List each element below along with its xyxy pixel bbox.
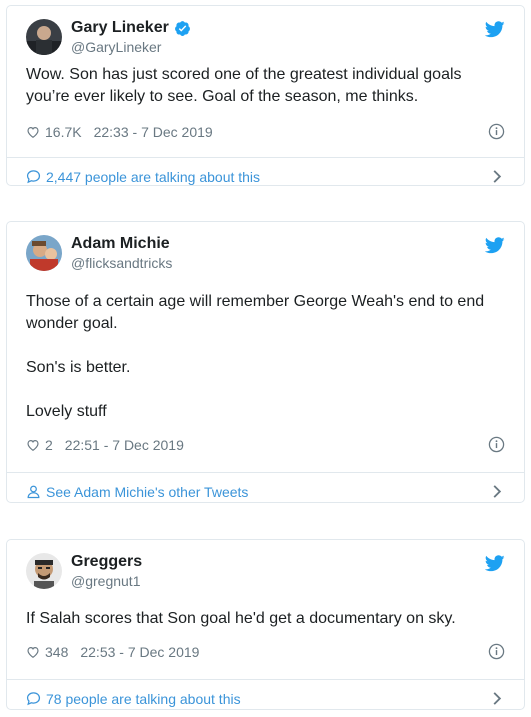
heart-icon[interactable] <box>26 438 40 452</box>
like-count[interactable]: 2 <box>45 437 53 453</box>
tweet-card: Adam Michie @flicksandtricks Those of a … <box>6 221 525 503</box>
like-count[interactable]: 348 <box>45 644 68 660</box>
info-icon[interactable] <box>488 643 505 660</box>
author-line: Gary Lineker <box>71 19 191 37</box>
tweet-paragraph: Son's is better. <box>26 359 131 376</box>
chevron-right-icon[interactable] <box>492 169 502 184</box>
verified-badge-icon <box>174 20 190 36</box>
person-icon <box>27 485 40 499</box>
tweet-text: Wow. Son has just scored one of the grea… <box>7 62 524 112</box>
author-name[interactable]: Greggers <box>71 553 142 571</box>
avatar[interactable] <box>26 235 62 271</box>
tweet-text: Those of a certain age will remember Geo… <box>7 278 524 427</box>
info-icon[interactable] <box>488 436 505 453</box>
tweet-paragraph: Those of a certain age will remember Geo… <box>26 293 485 332</box>
tweet-meta: 348 22:53 - 7 Dec 2019 <box>7 634 524 670</box>
tweet-paragraph: If Salah scores that Son goal he'd get a… <box>26 610 456 627</box>
tweet-text: If Salah scores that Son goal he'd get a… <box>7 596 524 633</box>
heart-icon[interactable] <box>26 125 40 139</box>
tweet-header: Adam Michie @flicksandtricks <box>7 222 524 278</box>
speech-bubble-icon <box>26 170 41 184</box>
tweet-meta: 2 22:51 - 7 Dec 2019 <box>7 427 524 463</box>
author-handle[interactable]: @gregnut1 <box>71 573 140 589</box>
twitter-bird-icon[interactable] <box>485 21 505 38</box>
timestamp[interactable]: 22:51 - 7 Dec 2019 <box>65 437 184 453</box>
chevron-right-icon[interactable] <box>492 484 502 499</box>
tweet-header: Gary Lineker @GaryLineker <box>7 6 524 62</box>
speech-bubble-icon <box>26 692 41 706</box>
tweet-paragraph: Lovely stuff <box>26 403 107 420</box>
footer-label[interactable]: 2,447 people are talking about this <box>46 169 260 185</box>
author-handle[interactable]: @flicksandtricks <box>71 255 172 271</box>
heart-icon[interactable] <box>26 645 40 659</box>
conversation-link[interactable]: 78 people are talking about this <box>7 679 524 717</box>
author-line: Greggers <box>71 553 142 571</box>
author-handle[interactable]: @GaryLineker <box>71 39 161 55</box>
twitter-bird-icon[interactable] <box>485 237 505 254</box>
author-name[interactable]: Adam Michie <box>71 235 170 253</box>
conversation-link[interactable]: 2,447 people are talking about this <box>7 157 524 195</box>
info-icon[interactable] <box>488 123 505 140</box>
avatar[interactable] <box>26 553 62 589</box>
author-line: Adam Michie <box>71 235 170 253</box>
tweet-card: Greggers @gregnut1 If Salah scores that … <box>6 539 525 710</box>
tweet-paragraph: Wow. Son has just scored one of the grea… <box>26 66 462 105</box>
tweet-meta: 16.7K 22:33 - 7 Dec 2019 <box>7 114 524 150</box>
twitter-bird-icon[interactable] <box>485 555 505 572</box>
tweet-header: Greggers @gregnut1 <box>7 540 524 596</box>
other-tweets-link[interactable]: See Adam Michie's other Tweets <box>7 472 524 510</box>
footer-label[interactable]: 78 people are talking about this <box>46 691 241 707</box>
timestamp[interactable]: 22:33 - 7 Dec 2019 <box>94 124 213 140</box>
footer-label[interactable]: See Adam Michie's other Tweets <box>46 484 248 500</box>
author-name[interactable]: Gary Lineker <box>71 19 169 37</box>
timestamp[interactable]: 22:53 - 7 Dec 2019 <box>80 644 199 660</box>
like-count[interactable]: 16.7K <box>45 124 82 140</box>
chevron-right-icon[interactable] <box>492 691 502 706</box>
tweet-card: Gary Lineker @GaryLineker Wow. Son has j… <box>6 5 525 186</box>
avatar[interactable] <box>26 19 62 55</box>
